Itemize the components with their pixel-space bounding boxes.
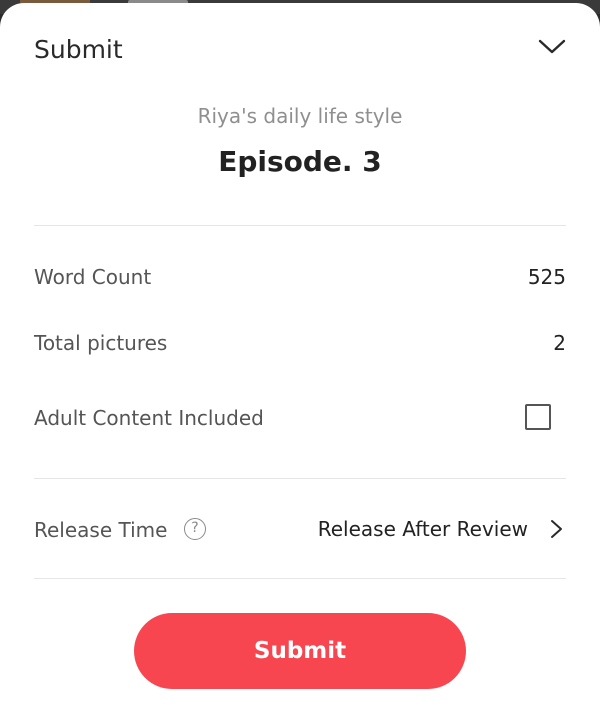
release-time-label: Release Time: [34, 518, 168, 542]
collapse-button[interactable]: [532, 27, 572, 67]
divider: [34, 478, 566, 479]
submit-button[interactable]: Submit: [134, 613, 466, 689]
total-pictures-value: 2: [553, 331, 566, 355]
chevron-down-icon: [538, 39, 566, 54]
help-icon[interactable]: ?: [184, 518, 206, 540]
adult-content-checkbox[interactable]: [525, 404, 551, 430]
adult-content-label: Adult Content Included: [34, 406, 264, 430]
story-name: Riya's daily life style: [197, 104, 403, 128]
divider: [34, 225, 566, 226]
release-time-value: Release After Review: [317, 517, 528, 541]
submit-bottom-sheet: Submit Riya's daily life style Episode. …: [0, 3, 600, 722]
divider: [34, 578, 566, 579]
chevron-right-icon: [551, 520, 562, 538]
word-count-value: 525: [527, 265, 566, 289]
word-count-label: Word Count: [34, 265, 152, 289]
episode-title: Episode. 3: [218, 145, 382, 178]
total-pictures-label: Total pictures: [34, 331, 168, 355]
sheet-title: Submit: [34, 35, 123, 64]
release-time-selector[interactable]: Release After Review: [290, 512, 570, 548]
